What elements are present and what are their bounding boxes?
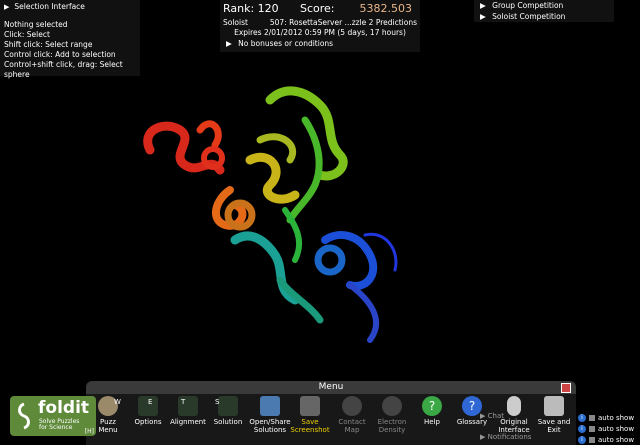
logo-hotkey: [H] — [84, 428, 94, 435]
expand-triangle-icon[interactable]: ▶ — [480, 12, 486, 21]
menu-bar[interactable]: Menu — [86, 381, 576, 394]
score-label: Score: — [300, 2, 335, 15]
solution-button[interactable]: Solution — [206, 396, 250, 426]
tool-label: Save — [301, 418, 319, 426]
protein-structure-view[interactable] — [110, 60, 440, 360]
selection-line: Click: Select — [4, 30, 50, 39]
save-screenshot-button[interactable]: Save Screenshot — [288, 396, 332, 434]
autoshow-label: auto show — [598, 424, 635, 433]
protein-segment — [196, 120, 222, 149]
autoshow-panel: i auto show i auto show i auto show — [578, 412, 638, 445]
autoshow-checkbox[interactable] — [589, 414, 595, 421]
score-panel: Rank: 120 Score: 5382.503 Soloist 507: R… — [220, 0, 420, 52]
puzzle-name: 507: RosettaServer ...zzle 2 Predictions — [269, 18, 417, 27]
hotkey-label: E — [148, 398, 153, 406]
tool-label: Open/Share — [249, 418, 291, 426]
menu-close-icon[interactable] — [561, 383, 571, 393]
selection-line: Nothing selected — [4, 20, 68, 29]
contact-map-button[interactable]: Contact Map — [330, 396, 374, 434]
soloist-competition-label: Soloist Competition — [492, 12, 566, 21]
menu-title: Menu — [318, 382, 344, 392]
protein-segment — [347, 282, 379, 343]
tool-label: Solutions — [253, 426, 287, 434]
tool-label: Screenshot — [290, 426, 330, 434]
autoshow-label: auto show — [598, 413, 635, 422]
camera-icon — [300, 396, 320, 416]
bonus-toggle[interactable]: ▶ No bonuses or conditions — [226, 39, 333, 48]
soloist-competition-toggle[interactable]: ▶ Soloist Competition — [480, 11, 614, 22]
tool-label: Exit — [547, 426, 561, 434]
protein-segment — [265, 86, 348, 181]
protein-segment — [321, 231, 378, 290]
protein-segment — [276, 276, 324, 324]
open-share-solutions-button[interactable]: Open/Share Solutions — [248, 396, 292, 434]
selection-line: Shift click: Select range — [4, 40, 93, 49]
expand-triangle-icon[interactable]: ▶ — [226, 39, 232, 48]
electron-density-icon — [382, 396, 402, 416]
logo-tagline-line: for Science — [39, 424, 73, 431]
expand-triangle-icon[interactable]: ▶ — [480, 412, 485, 420]
logo-text: foldit — [38, 398, 90, 418]
selection-title: Selection Interface — [14, 2, 85, 11]
folder-icon — [260, 396, 280, 416]
help-button[interactable]: ? Help — [410, 396, 454, 426]
protein-helix — [201, 146, 225, 170]
tool-label: Solution — [213, 418, 243, 426]
save-and-exit-button[interactable]: Save and Exit — [532, 396, 576, 434]
bonus-label: No bonuses or conditions — [238, 39, 334, 48]
info-icon[interactable]: i — [578, 435, 586, 444]
solution-icon — [218, 396, 238, 416]
electron-density-button[interactable]: Electron Density — [370, 396, 414, 434]
tool-label: Save and — [537, 418, 571, 426]
collapse-triangle-icon[interactable]: ▶ — [4, 2, 9, 12]
group-competition-label: Group Competition — [492, 1, 564, 10]
tool-label: Map — [344, 426, 360, 434]
autoshow-row[interactable]: i auto show — [578, 423, 638, 434]
autoshow-checkbox[interactable] — [589, 436, 595, 443]
score-value: 5382.503 — [359, 2, 413, 15]
protein-segment — [282, 207, 303, 263]
hotkey-label: W — [114, 398, 121, 406]
selection-line: Control click: Add to selection — [4, 50, 116, 59]
autoshow-row[interactable]: i auto show — [578, 434, 638, 445]
protein-segment — [286, 116, 323, 224]
alignment-button[interactable]: Alignment — [166, 396, 210, 426]
selection-header[interactable]: ▶ Selection Interface — [0, 0, 140, 14]
info-icon[interactable]: i — [578, 413, 586, 422]
competition-panel: ▶ Group Competition ▶ Soloist Competitio… — [474, 0, 614, 22]
autoshow-checkbox[interactable] — [589, 425, 595, 432]
expires-label: Expires 2/01/2012 0:59 PM (5 days, 17 ho… — [234, 28, 406, 37]
protein-helix — [314, 244, 346, 276]
expand-triangle-icon[interactable]: ▶ — [480, 433, 485, 441]
chat-label: Chat — [487, 412, 504, 420]
hotkey-label: S — [215, 398, 220, 406]
exit-door-icon — [544, 396, 564, 416]
tool-label: Alignment — [170, 418, 206, 426]
foldit-logo[interactable]: foldit Solve Puzzles for Science [H] — [10, 396, 96, 436]
tool-label: Electron — [377, 418, 407, 426]
notifications-toggle[interactable]: ▶ Notifications — [480, 433, 531, 442]
expand-triangle-icon[interactable]: ▶ — [480, 1, 486, 10]
help-icon: ? — [422, 396, 442, 416]
notifications-area: ▶ Chat ▶ Notifications — [480, 412, 531, 442]
logo-tagline: Solve Puzzles for Science — [39, 419, 79, 431]
tool-label: Contact — [338, 418, 366, 426]
autoshow-label: auto show — [598, 435, 635, 444]
tool-label: Help — [424, 418, 440, 426]
ribbon-icon — [18, 402, 30, 430]
glossary-icon: ? — [462, 396, 482, 416]
tool-label: Options — [134, 418, 162, 426]
chat-toggle[interactable]: ▶ Chat — [480, 412, 531, 421]
hotkey-label: T — [181, 398, 186, 406]
group-competition-toggle[interactable]: ▶ Group Competition — [480, 0, 614, 11]
contact-map-icon — [342, 396, 362, 416]
tool-label: Density — [378, 426, 406, 434]
rank-label: Rank: 120 — [223, 2, 279, 15]
protein-segment — [245, 152, 300, 204]
notifications-label: Notifications — [487, 433, 532, 441]
mode-label: Soloist — [223, 18, 248, 27]
info-icon[interactable]: i — [578, 424, 586, 433]
autoshow-row[interactable]: i auto show — [578, 412, 638, 423]
